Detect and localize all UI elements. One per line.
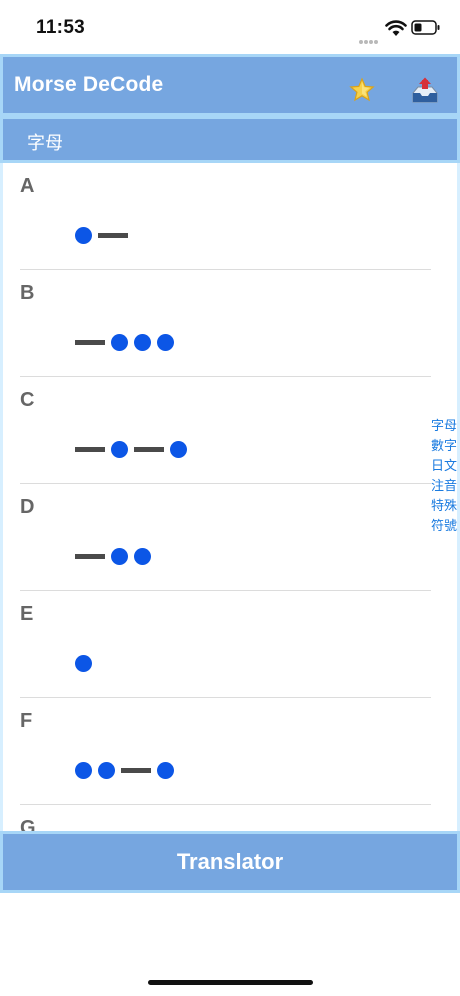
index-item-numbers[interactable]: 數字 bbox=[428, 436, 460, 456]
morse-dot bbox=[75, 226, 92, 244]
row-letter: F bbox=[20, 710, 33, 732]
morse-dot bbox=[157, 761, 174, 779]
morse-dot bbox=[134, 333, 151, 351]
morse-dash bbox=[121, 767, 151, 773]
list-item[interactable]: D bbox=[3, 484, 433, 591]
signal-dots-icon bbox=[359, 31, 381, 44]
morse-code bbox=[72, 333, 177, 351]
row-letter: E bbox=[20, 603, 34, 625]
row-letter: C bbox=[20, 389, 35, 411]
row-letter: D bbox=[20, 496, 35, 518]
translator-label: Translator bbox=[176, 849, 284, 874]
star-icon bbox=[349, 77, 375, 102]
morse-code bbox=[72, 761, 177, 779]
favorites-button[interactable] bbox=[349, 77, 375, 103]
wifi-icon bbox=[385, 20, 407, 36]
list-item[interactable]: C bbox=[3, 377, 433, 484]
app-title: Morse DeCode bbox=[14, 73, 164, 96]
index-item-special[interactable]: 特殊 bbox=[428, 496, 460, 516]
index-item-symbols[interactable]: 符號 bbox=[428, 516, 460, 536]
battery-icon bbox=[411, 20, 440, 35]
morse-code bbox=[72, 226, 131, 244]
status-time: 11:53 bbox=[36, 17, 86, 38]
morse-dot bbox=[75, 761, 92, 779]
morse-dash bbox=[134, 446, 164, 452]
section-header: 字母 bbox=[0, 116, 460, 163]
morse-dot bbox=[111, 440, 128, 458]
status-bar: 11:53 bbox=[0, 0, 460, 54]
row-letter: A bbox=[20, 175, 35, 197]
list-item[interactable]: G bbox=[3, 805, 433, 831]
morse-code bbox=[72, 654, 95, 672]
morse-dash bbox=[75, 446, 105, 452]
morse-dash bbox=[98, 232, 128, 238]
home-indicator bbox=[148, 980, 313, 985]
index-item-japanese[interactable]: 日文 bbox=[428, 456, 460, 476]
morse-dot bbox=[157, 333, 174, 351]
morse-dot bbox=[170, 440, 187, 458]
index-item-letters[interactable]: 字母 bbox=[428, 416, 460, 436]
morse-dot bbox=[111, 547, 128, 565]
morse-letter-list[interactable]: A B C D E F G bbox=[0, 163, 460, 831]
index-item-zhuyin[interactable]: 注音 bbox=[428, 476, 460, 496]
list-item[interactable]: F bbox=[3, 698, 433, 805]
list-item[interactable]: B bbox=[3, 270, 433, 377]
row-letter: G bbox=[20, 817, 36, 831]
morse-dash bbox=[75, 339, 105, 345]
morse-code bbox=[72, 440, 190, 458]
morse-dot bbox=[75, 654, 92, 672]
translator-button[interactable]: Translator bbox=[0, 831, 460, 893]
morse-dash bbox=[75, 553, 105, 559]
app-header: Morse DeCode bbox=[0, 54, 460, 116]
morse-dot bbox=[98, 761, 115, 779]
export-button[interactable] bbox=[411, 77, 439, 105]
section-title: 字母 bbox=[27, 133, 63, 153]
morse-code bbox=[72, 547, 154, 565]
row-letter: B bbox=[20, 282, 35, 304]
list-item[interactable]: A bbox=[3, 163, 433, 270]
inbox-export-icon bbox=[412, 77, 438, 103]
list-item[interactable]: E bbox=[3, 591, 433, 698]
section-index: 字母 數字 日文 注音 特殊 符號 bbox=[428, 416, 460, 536]
morse-dot bbox=[111, 333, 128, 351]
morse-dot bbox=[134, 547, 151, 565]
